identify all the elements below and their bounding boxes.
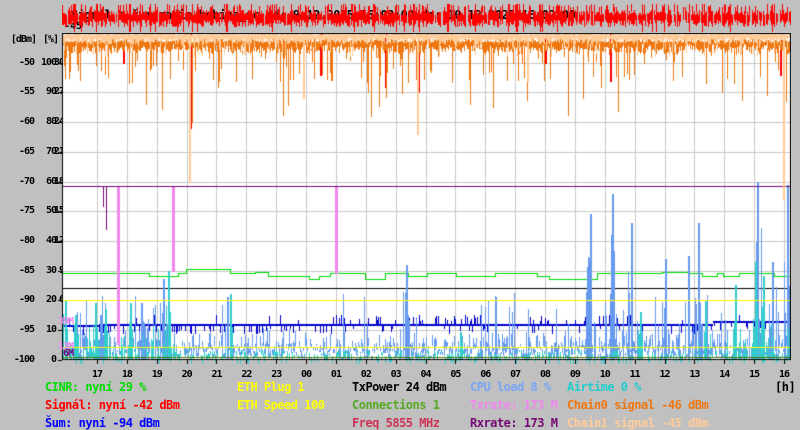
x-tick-label: 16 (778, 369, 790, 380)
legend-item: Airtime 0 % (567, 380, 641, 394)
legend-item: Šum: nyní -94 dBm (45, 416, 160, 430)
x-tick-label: 15 (749, 369, 760, 380)
x-tick-label: 11 (629, 369, 641, 380)
legend-item: ETH Plug 1 (237, 380, 305, 394)
legend-item: CPU load 8 % (470, 380, 551, 394)
x-tick-label: 12 (659, 369, 670, 380)
y-tick-label: -70 (18, 175, 35, 187)
y-tick-label: -80 (18, 234, 35, 246)
y-tick-label: -60 (18, 116, 35, 128)
x-tick-label: 06 (480, 369, 491, 380)
x-tick-label: 00 (301, 369, 312, 380)
legend-item: CINR: nyní 29 % (45, 380, 146, 394)
signal-overflow-canvas (62, 2, 791, 33)
rate-mark-label: 6M (62, 348, 74, 360)
x-tick-label: 02 (360, 369, 372, 380)
x-tick-label: 20 (181, 369, 193, 380)
x-tick-label: 14 (719, 369, 730, 380)
y-tick-label: -75 (18, 205, 35, 217)
x-tick-label: 01 (330, 369, 342, 380)
legend-item: Txrate: 173 M (470, 398, 558, 412)
y-tick-label: -55 (18, 86, 35, 98)
legend-item: Connections 1 (352, 398, 440, 412)
legend-item: Signál: nyní -42 dBm (45, 398, 180, 412)
x-tick-label: 09 (569, 369, 581, 380)
y-tick-label: -100 (13, 353, 35, 365)
y-tick-label: -85 (18, 264, 35, 276)
x-tick-label: 10 (599, 369, 611, 380)
x-tick-label: 18 (121, 369, 133, 380)
legend-item: Freq 5855 MHz (352, 416, 440, 430)
legend-item: Chain1 signal -45 dBm (567, 416, 709, 430)
legend-item: [h] (775, 380, 796, 394)
y-axis-unit-dbm: [dBm] (10, 34, 37, 45)
y-tick-label: -65 (18, 145, 35, 157)
legend-item: TxPower 24 dBm (352, 380, 447, 394)
y-tick-label: -90 (18, 294, 35, 306)
x-tick-label: 21 (211, 369, 222, 380)
x-tick-label: 07 (510, 369, 521, 380)
x-tick-label: 17 (91, 369, 103, 380)
y-tick-label: -95 (18, 324, 35, 335)
rate-mark-label: 39M (57, 315, 74, 327)
legend-item: Chain0 signal -46 dBm (567, 398, 709, 412)
x-tick-label: 19 (151, 369, 163, 380)
signal-graph-page: Signál a šum radia bobina_ac od: 9.12.20… (0, 0, 800, 430)
x-tick-label: 22 (241, 369, 252, 380)
x-tick-label: 08 (540, 369, 551, 380)
y-tick-label: -50 (18, 56, 35, 68)
x-tick-label: 05 (450, 369, 461, 380)
legend-item: ETH Speed 100 (237, 398, 325, 412)
chart-canvas (58, 33, 791, 364)
x-tick-label: 13 (689, 369, 700, 380)
x-tick-label: 04 (420, 369, 432, 380)
x-tick-label: 03 (390, 369, 402, 380)
x-tick-label: 23 (271, 369, 282, 380)
y-axis-unit-pct: [%] (42, 34, 59, 45)
legend-item: Rxrate: 173 M (470, 416, 558, 430)
